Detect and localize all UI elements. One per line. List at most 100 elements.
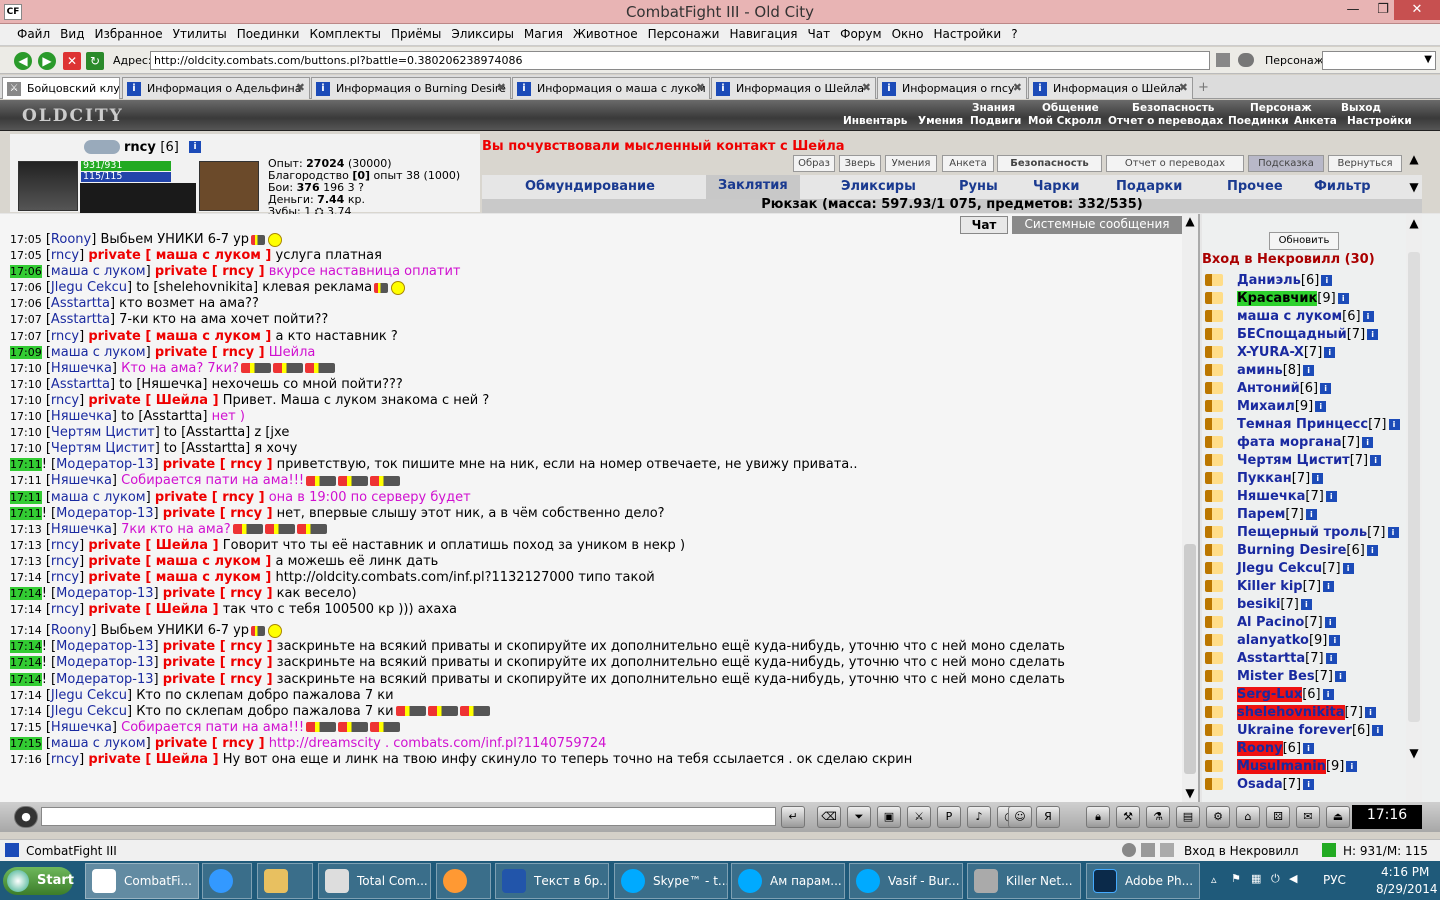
stop-icon[interactable]: ✕	[63, 52, 81, 70]
link-exit[interactable]: Выход	[1341, 102, 1381, 114]
info-icon[interactable]: i	[1366, 545, 1378, 556]
private-message-icon[interactable]	[1205, 490, 1223, 502]
user-list-item[interactable]: Михаил[9] i	[1202, 398, 1422, 416]
user-list-item[interactable]: Roony[6] i	[1202, 740, 1422, 758]
flag-icon[interactable]: ⚑	[1231, 872, 1241, 885]
info-icon[interactable]: i	[1334, 671, 1346, 682]
user-name[interactable]: X-YURA-X	[1237, 345, 1304, 360]
message-nick[interactable]: rncy	[51, 393, 79, 408]
message-to[interactable]: to [Asstartta]	[164, 441, 250, 456]
close-icon[interactable]: ✖	[296, 81, 305, 94]
tray-date[interactable]: 8/29/2014	[1376, 882, 1438, 896]
user-list-item[interactable]: Asstartta[7] i	[1202, 650, 1422, 668]
private-message-icon[interactable]	[1205, 742, 1223, 754]
message-nick[interactable]: Roony	[51, 623, 91, 638]
message-private[interactable]: private [ rncy ]	[163, 639, 273, 654]
taskbar-item-totalcmd[interactable]: Total Com...	[318, 863, 431, 899]
link-my-scroll[interactable]: Мой Скролл	[1028, 115, 1102, 127]
message-private[interactable]: private [ rncy ]	[155, 490, 265, 505]
power-icon[interactable]: ⏻	[1271, 872, 1280, 886]
info-icon[interactable]: i	[1370, 455, 1382, 466]
info-icon[interactable]: i	[1303, 779, 1315, 790]
info-icon[interactable]: i	[189, 141, 201, 153]
info-icon[interactable]: i	[1312, 473, 1324, 484]
tab-other[interactable]: Прочее	[1227, 179, 1283, 194]
user-list-item[interactable]: Killer kip[7] i	[1202, 578, 1422, 596]
user-name[interactable]: Killer kip	[1237, 579, 1303, 594]
private-message-icon[interactable]	[1205, 616, 1223, 628]
user-name[interactable]: фата моргана	[1237, 435, 1342, 450]
user-name[interactable]: Антоний	[1237, 381, 1300, 396]
user-list-item[interactable]: Даниэль[6] i	[1202, 272, 1422, 290]
user-list-scrollbar[interactable]: ▲ ▼	[1406, 214, 1422, 802]
user-list-item[interactable]: аминь[8] i	[1202, 362, 1422, 380]
user-name[interactable]: Пуккан	[1237, 471, 1292, 486]
info-icon[interactable]: i	[1305, 509, 1317, 520]
message-nick[interactable]: rncy	[51, 329, 79, 344]
message-private[interactable]: private [ маша с луком ]	[88, 554, 271, 569]
sword-icon[interactable]: ⚒	[1116, 806, 1140, 828]
message-nick[interactable]: Модератор-13	[56, 586, 153, 601]
info-icon[interactable]: i	[1300, 599, 1312, 610]
message-nick[interactable]: rncy	[51, 554, 79, 569]
menu-item[interactable]: Магия	[519, 24, 568, 41]
potion-icon[interactable]: ⚗	[1146, 806, 1170, 828]
tab-info[interactable]: i Информация о Шейла ✖	[711, 77, 876, 99]
user-name[interactable]: shelehovnikita	[1237, 705, 1345, 720]
user-name[interactable]: Красавчик	[1237, 291, 1318, 306]
tab-gifts[interactable]: Подарки	[1116, 179, 1182, 194]
users-icon[interactable]	[1238, 53, 1254, 67]
taskbar-item-maxthon[interactable]: Текст в бр...	[495, 863, 609, 899]
user-list-item[interactable]: X-YURA-X[7] i	[1202, 344, 1422, 362]
message-nick[interactable]: Модератор-13	[56, 655, 153, 670]
speaker-icon[interactable]: ◀	[1289, 872, 1297, 885]
image-button[interactable]: Образ	[793, 155, 835, 172]
return-button[interactable]: Вернуться	[1328, 155, 1402, 172]
home-icon[interactable]: ⌂	[1236, 806, 1260, 828]
private-message-icon[interactable]	[1205, 472, 1223, 484]
sync-icon[interactable]	[1122, 843, 1136, 857]
menu-item[interactable]: Эликсиры	[446, 24, 519, 41]
message-nick[interactable]: Няшечка	[51, 473, 112, 488]
taskbar-item-explorer[interactable]	[257, 863, 313, 899]
message-to[interactable]: to [shelehovnikita]	[136, 280, 258, 295]
user-list-item[interactable]: Темная Принцесс[7] i	[1202, 416, 1422, 434]
message-private[interactable]: private [ Шейла ]	[88, 602, 218, 617]
private-message-icon[interactable]	[1205, 418, 1223, 430]
character-select[interactable]: ▼	[1322, 51, 1436, 70]
user-list-item[interactable]: Ukraine forever[6] i	[1202, 722, 1422, 740]
private-message-icon[interactable]	[1205, 544, 1223, 556]
scroll-thumb[interactable]	[1408, 252, 1420, 722]
private-message-icon[interactable]	[1205, 706, 1223, 718]
tray-time[interactable]: 4:16 PM	[1381, 865, 1429, 879]
user-name[interactable]: Чертям Цистит	[1237, 453, 1350, 468]
chat-scrollbar[interactable]: ▲ ▼	[1182, 214, 1198, 802]
link-skills[interactable]: Умения	[918, 115, 963, 127]
message-nick[interactable]: Няшечка	[51, 361, 112, 376]
message-nick[interactable]: маша с луком	[51, 345, 146, 360]
message-nick[interactable]: Jlegu Cekcu	[51, 688, 127, 703]
profile-button[interactable]: Анкета	[942, 155, 994, 172]
info-icon[interactable]: i	[1346, 761, 1358, 772]
message-private[interactable]: private [ rncy ]	[163, 672, 273, 687]
info-icon[interactable]: i	[1322, 689, 1334, 700]
user-name[interactable]: Парем	[1237, 507, 1285, 522]
user-name[interactable]: Burning Desire	[1237, 543, 1346, 558]
user-name[interactable]: Михаил	[1237, 399, 1295, 414]
info-icon[interactable]: i	[1315, 401, 1327, 412]
tray-expand-icon[interactable]: ▵	[1211, 873, 1217, 886]
message-nick[interactable]: Jlegu Cekcu	[51, 280, 127, 295]
user-list-item[interactable]: Пуккан[7] i	[1202, 470, 1422, 488]
gears-icon[interactable]: ⚙	[1206, 806, 1230, 828]
close-icon[interactable]: ✖	[696, 81, 705, 94]
info-icon[interactable]: i	[1329, 635, 1341, 646]
smiles-icon[interactable]: ☺	[1008, 806, 1032, 828]
info-icon[interactable]: i	[1342, 563, 1354, 574]
private-message-icon[interactable]	[1205, 328, 1223, 340]
user-list-item[interactable]: Musulmanin[9] i	[1202, 758, 1422, 776]
taskbar-item-photoshop[interactable]: Adobe Ph...	[1086, 863, 1200, 899]
forward-icon[interactable]: ▶	[38, 52, 56, 70]
info-icon[interactable]: i	[1323, 581, 1335, 592]
link-settings[interactable]: Настройки	[1347, 115, 1412, 127]
message-to[interactable]: to [Asstartta]	[121, 409, 207, 424]
